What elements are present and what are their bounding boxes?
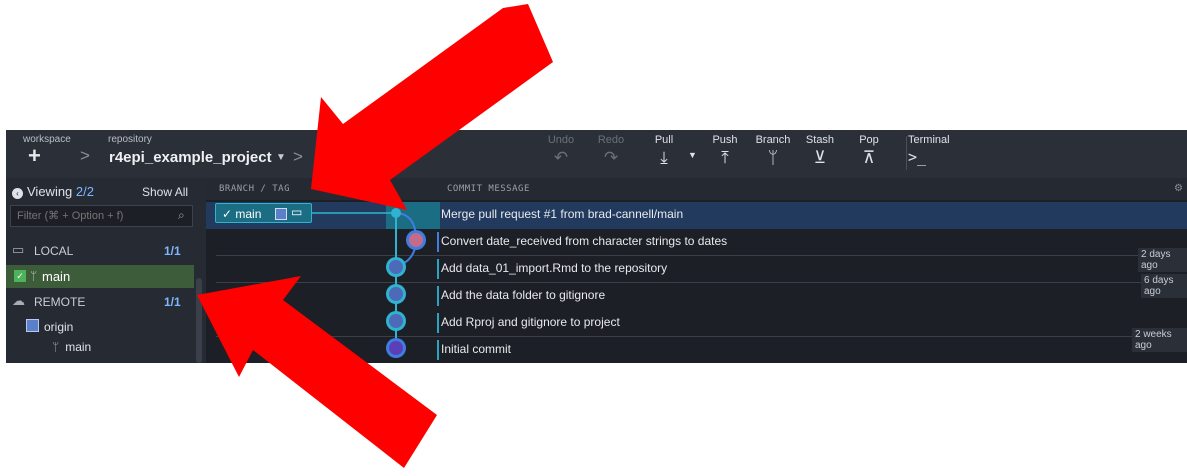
arrow-down-left [311, 4, 553, 210]
annotation-arrows [197, 4, 553, 468]
arrow-up-left [197, 276, 437, 468]
